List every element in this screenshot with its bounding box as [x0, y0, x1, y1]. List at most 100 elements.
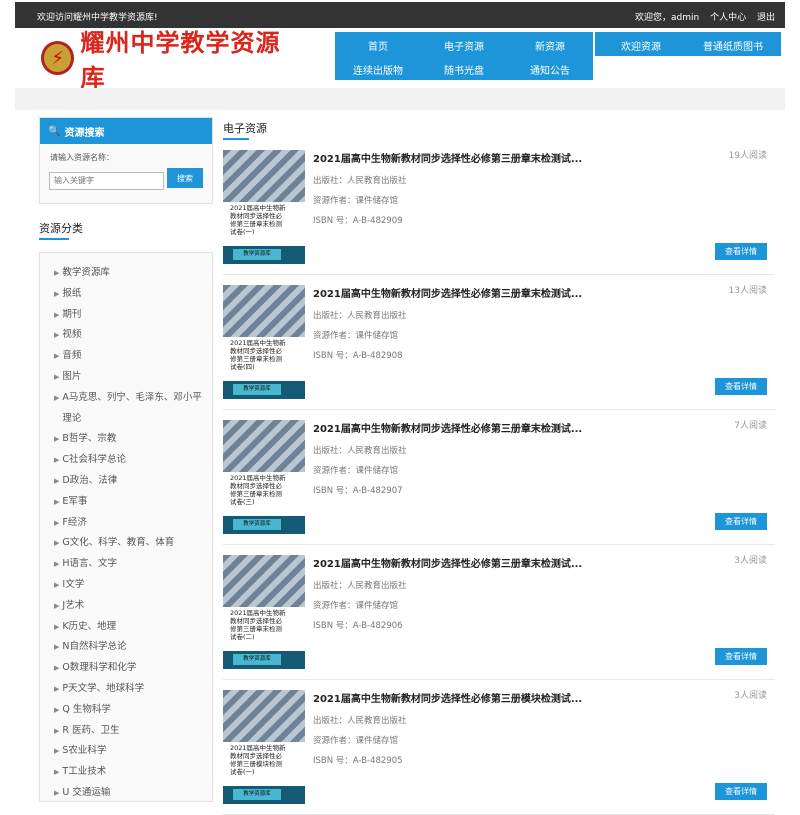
cover-label: 教学资源库 — [233, 654, 281, 665]
search-input[interactable] — [49, 171, 164, 190]
resource-cover[interactable]: 2021届高中生物新 教材同步选择性必 修第三册章末检测 试卷(二) 教学资源库 — [223, 555, 305, 669]
main-section-title: 电子资源 — [223, 122, 267, 135]
category-item[interactable]: ▶ Q 生物科学 — [54, 700, 212, 721]
category-label: T工业技术 — [62, 766, 107, 778]
resource-provider: 资源作者：课件储存馆 — [313, 601, 399, 611]
category-item[interactable]: ▶ G文化、科学、教育、体育 — [54, 533, 212, 554]
resource-provider: 资源作者：课件储存馆 — [313, 736, 399, 746]
arrow-right-icon: ▶ — [54, 289, 60, 298]
logout-link[interactable]: 退出 — [757, 13, 775, 23]
cover-graphic — [223, 555, 305, 607]
arrow-right-icon: ▶ — [54, 643, 60, 652]
view-details-button[interactable]: 查看详情 — [715, 378, 767, 395]
category-label: C社会科学总论 — [62, 454, 127, 466]
category-label: N自然科学总论 — [62, 641, 127, 653]
resource-cover[interactable]: 2021届高中生物新 教材同步选择性必 修第三册模块检测 试卷(一) 教学资源库 — [223, 690, 305, 804]
resource-search-panel: 🔍 资源搜索 请输入资源名称： 搜索 — [39, 117, 213, 204]
arrow-right-icon: ▶ — [54, 310, 60, 319]
resource-isbn: ISBN 号：A-B-482908 — [313, 351, 403, 361]
search-icon: 🔍 — [48, 125, 61, 137]
arrow-right-icon: ▶ — [54, 622, 60, 631]
category-label: 教学资源库 — [62, 267, 110, 278]
category-item[interactable]: ▶ E军事 — [54, 492, 212, 513]
nav-cd-with-books[interactable]: 随书光盘 — [421, 62, 507, 77]
category-item[interactable]: ▶ H语言、文字 — [54, 554, 212, 575]
category-label: E军事 — [62, 495, 88, 507]
header: ⚡ 耀州中学教学资源库 首页 电子资源 新资源 连续出版物 随书光盘 通知公告 … — [15, 28, 785, 92]
category-item[interactable]: ▶ 期刊 — [54, 305, 212, 326]
nav-new-resources[interactable]: 新资源 — [507, 38, 593, 53]
arrow-right-icon: ▶ — [54, 497, 60, 506]
resource-title[interactable]: 2021届高中生物新教材同步选择性必修第三册章末检测试... — [313, 150, 582, 165]
category-item[interactable]: ▶ C社会科学总论 — [54, 450, 212, 471]
cover-graphic — [223, 690, 305, 742]
user-center-link[interactable]: 个人中心 — [710, 13, 746, 23]
cover-label: 教学资源库 — [233, 249, 281, 260]
category-label: O数理科学和化学 — [62, 662, 137, 674]
category-item[interactable]: ▶ D政治、法律 — [54, 471, 212, 492]
category-item[interactable]: ▶ 教学资源库 — [54, 263, 212, 284]
nav-serials[interactable]: 连续出版物 — [335, 62, 421, 77]
category-label: S农业科学 — [62, 745, 107, 757]
resource-cover[interactable]: 2021届高中生物新 教材同步选择性必 修第三册章末检测 试卷(三) 教学资源库 — [223, 420, 305, 534]
category-item[interactable]: ▶ B哲学、宗教 — [54, 429, 212, 450]
category-item[interactable]: ▶ T工业技术 — [54, 762, 212, 783]
category-item[interactable]: ▶ J艺术 — [54, 596, 212, 617]
category-title-underline — [39, 238, 69, 240]
search-button[interactable]: 搜索 — [167, 168, 203, 188]
category-label: F经济 — [62, 516, 87, 528]
nav-welcome-resources[interactable]: 欢迎资源 — [595, 38, 687, 53]
search-label: 请输入资源名称： — [50, 153, 114, 162]
category-item[interactable]: ▶ P天文学、地球科学 — [54, 679, 212, 700]
resource-title[interactable]: 2021届高中生物新教材同步选择性必修第三册章末检测试... — [313, 285, 582, 300]
resource-title[interactable]: 2021届高中生物新教材同步选择性必修第三册章末检测试... — [313, 420, 582, 435]
cover-text: 2021届高中生物新 教材同步选择性必 修第三册章末检测 试卷(一) — [230, 204, 286, 236]
category-label: H语言、文字 — [62, 558, 118, 570]
secondary-nav: 欢迎资源 普通纸质图书 — [595, 32, 781, 56]
category-item[interactable]: ▶ K历史、地理 — [54, 617, 212, 638]
nav-home[interactable]: 首页 — [335, 38, 421, 53]
view-details-button[interactable]: 查看详情 — [715, 783, 767, 800]
category-label: P天文学、地球科学 — [62, 682, 145, 694]
resource-title[interactable]: 2021届高中生物新教材同步选择性必修第三册模块检测试... — [313, 690, 582, 705]
category-item[interactable]: ▶ 音频 — [54, 346, 212, 367]
category-item[interactable]: ▶ R 医药、卫生 — [54, 721, 212, 742]
site-logo[interactable]: ⚡ 耀州中学教学资源库 — [41, 28, 301, 92]
cover-text: 2021届高中生物新 教材同步选择性必 修第三册模块检测 试卷(一) — [230, 744, 286, 776]
category-item[interactable]: ▶ A马克思、列宁、毛泽东、邓小平理论 — [54, 388, 212, 430]
view-details-button[interactable]: 查看详情 — [715, 513, 767, 530]
resource-cover[interactable]: 2021届高中生物新 教材同步选择性必 修第三册章末检测 试卷(四) 教学资源库 — [223, 285, 305, 399]
arrow-right-icon: ▶ — [54, 352, 60, 361]
category-title: 资源分类 — [39, 222, 83, 235]
category-item[interactable]: ▶ I文学 — [54, 575, 212, 596]
category-item[interactable]: ▶ 图片 — [54, 367, 212, 388]
view-details-button[interactable]: 查看详情 — [715, 648, 767, 665]
resource-publisher: 出版社：人民教育出版社 — [313, 311, 407, 321]
cover-graphic — [223, 420, 305, 472]
category-item[interactable]: ▶ S农业科学 — [54, 741, 212, 762]
nav-paper-books[interactable]: 普通纸质图书 — [687, 38, 779, 53]
category-item[interactable]: ▶ U 交通运输 — [54, 783, 212, 804]
category-item[interactable]: ▶ 视频 — [54, 325, 212, 346]
category-item[interactable]: ▶ F经济 — [54, 513, 212, 534]
view-details-button[interactable]: 查看详情 — [715, 243, 767, 260]
cover-text: 2021届高中生物新 教材同步选择性必 修第三册章末检测 试卷(二) — [230, 609, 286, 641]
category-item[interactable]: ▶ 报纸 — [54, 284, 212, 305]
divider-band — [15, 88, 785, 110]
category-item[interactable]: ▶ N自然科学总论 — [54, 637, 212, 658]
arrow-right-icon: ▶ — [54, 518, 60, 527]
nav-notices[interactable]: 通知公告 — [507, 62, 593, 77]
resource-publisher: 出版社：人民教育出版社 — [313, 446, 407, 456]
read-count: 13人阅读 — [728, 286, 767, 296]
resource-title[interactable]: 2021届高中生物新教材同步选择性必修第三册章末检测试... — [313, 555, 582, 570]
category-item[interactable]: ▶ O数理科学和化学 — [54, 658, 212, 679]
search-row: 搜索 — [49, 168, 203, 190]
arrow-right-icon: ▶ — [54, 476, 60, 485]
arrow-right-icon: ▶ — [54, 372, 60, 381]
resource-cover[interactable]: 2021届高中生物新 教材同步选择性必 修第三册章末检测 试卷(一) 教学资源库 — [223, 150, 305, 264]
resource-isbn: ISBN 号：A-B-482907 — [313, 486, 403, 496]
read-count: 3人阅读 — [734, 556, 767, 566]
resource-provider: 资源作者：课件储存馆 — [313, 196, 399, 206]
arrow-right-icon: ▶ — [54, 726, 60, 735]
nav-electronic-resources[interactable]: 电子资源 — [421, 38, 507, 53]
